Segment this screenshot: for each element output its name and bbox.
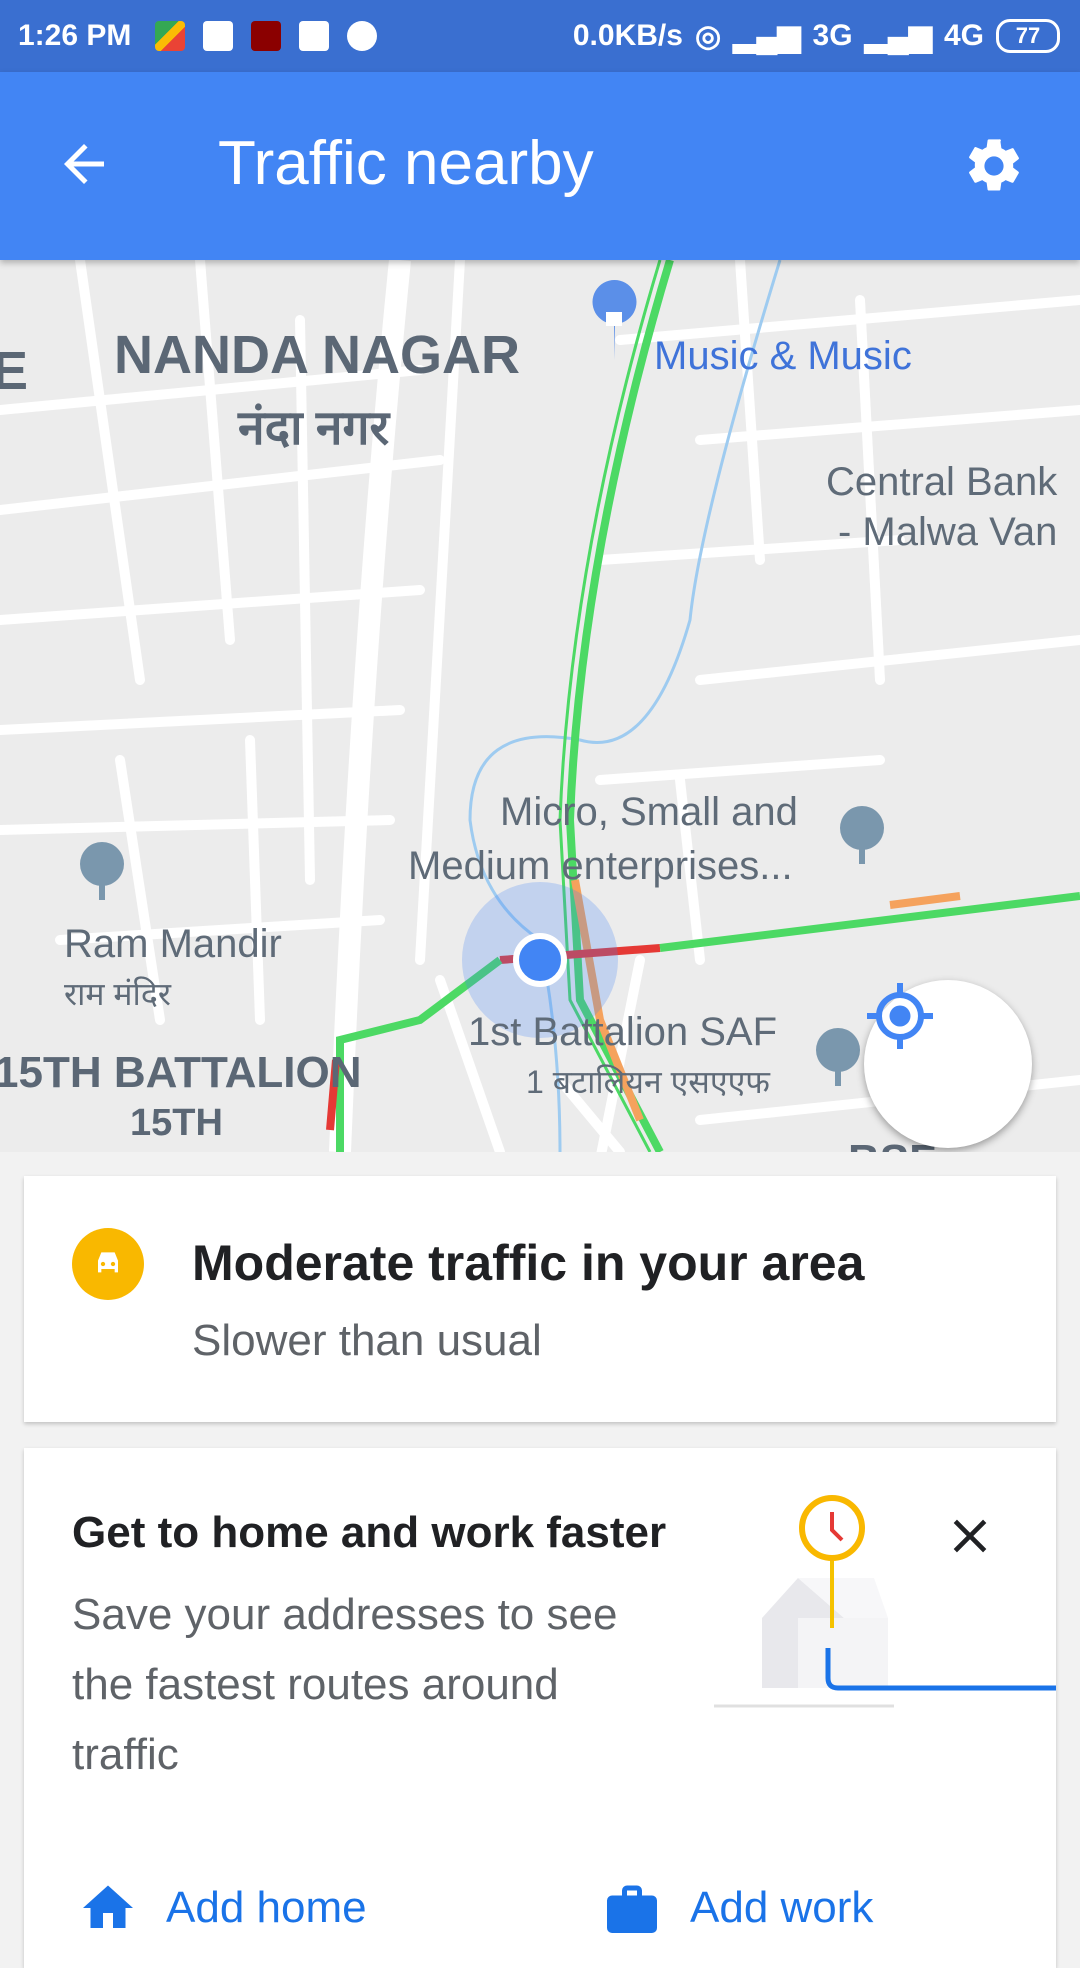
docs-notification-icon [203,21,234,51]
my-location-dot[interactable] [513,933,567,987]
map-label-bank-1[interactable]: Central Bank [826,460,1057,505]
car-traffic-icon [72,1228,144,1300]
signal-icon-2: ▂▄▆ [864,19,932,53]
briefcase-icon [607,1885,657,1933]
hotspot-icon: ◎ [694,19,722,53]
traffic-status-card[interactable]: Moderate traffic in your area Slower tha… [24,1176,1056,1422]
status-bar: 1:26 PM 0.0KB/s ◎ ▂▄▆ 3G ▂▄▆ 4G 77 [0,0,1080,72]
status-time: 1:26 PM [18,19,132,52]
signal-label-4g: 4G [943,19,984,52]
promo-body: Save your addresses to see the fastest r… [72,1590,618,1779]
temple-pin-icon[interactable] [80,842,124,900]
map-label-bank-2: - Malwa Van [838,510,1058,554]
traffic-route-east [659,892,1080,952]
chat-notification-icon [347,21,378,51]
rupee-notification-icon [299,21,330,51]
map-label-battalion[interactable]: 1st Battalion SAF [468,1010,777,1055]
add-home-button[interactable]: Add home [78,1878,367,1938]
app-bar: Traffic nearby [0,72,1080,260]
signal-label-3g: 3G [812,19,853,52]
traffic-headline: Moderate traffic in your area [192,1235,865,1291]
shopping-pin-icon[interactable] [592,280,637,360]
my-location-button[interactable] [864,980,1032,1148]
traffic-map[interactable]: E NANDA NAGAR नंदा नगर Music & Music Cen… [0,260,1080,1152]
gear-icon[interactable] [962,134,1026,198]
signal-icon: ▂▄▆ [733,19,801,53]
add-work-label: Add work [690,1883,874,1932]
military-pin-icon[interactable] [816,1028,860,1086]
map-label-msme-2: Medium enterprises... [408,844,793,888]
map-label-15th-battalion: 15TH BATTALION [0,1048,362,1097]
network-speed: 0.0KB/s [572,19,683,52]
add-work-button[interactable]: Add work [602,1878,873,1938]
my-location-icon [867,983,933,1049]
promo-headline: Get to home and work faster [72,1508,667,1557]
home-illustration-icon [714,1495,1056,1708]
map-label-battalion-hi: 1 बटालियन एसएएफ [526,1064,770,1100]
traffic-route-east-moderate [889,892,961,909]
map-label-edge: E [0,341,29,401]
office-pin-icon[interactable] [840,806,884,864]
map-label-nanda-nagar[interactable]: NANDA NAGAR [114,324,520,386]
home-work-promo-card: Get to home and work faster Save your ad… [24,1448,1056,1968]
map-label-15th: 15TH [130,1102,223,1144]
notification-icons [155,21,378,51]
map-label-music[interactable]: Music & Music [654,334,912,379]
app-notification-icon [251,21,282,51]
add-home-label: Add home [166,1883,367,1932]
map-label-ram-mandir[interactable]: Ram Mandir [64,922,282,967]
map-label-ram-mandir-hi: राम मंदिर [64,976,171,1012]
battery-indicator: 77 [996,19,1060,53]
maps-notification-icon [155,21,186,51]
arrow-back-icon[interactable] [54,134,114,194]
page-title: Traffic nearby [218,129,594,198]
close-icon[interactable] [942,1508,998,1564]
home-icon [83,1885,133,1928]
map-label-msme-1[interactable]: Micro, Small and [500,790,798,835]
traffic-subtitle: Slower than usual [192,1316,542,1365]
map-label-nanda-nagar-hi: नंदा नगर [238,402,390,455]
